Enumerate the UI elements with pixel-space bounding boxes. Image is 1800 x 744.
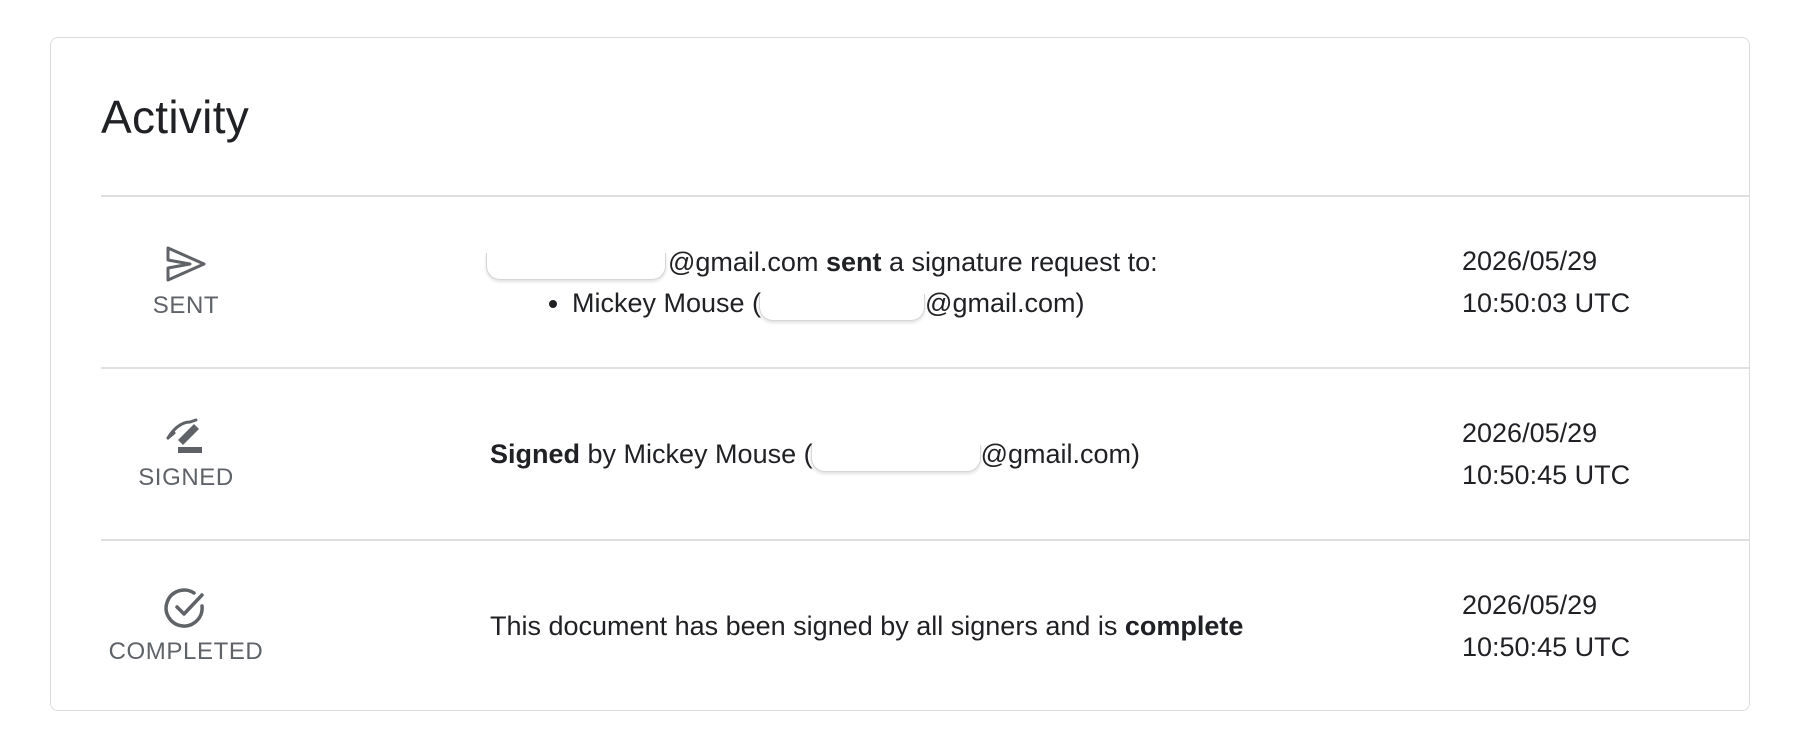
activity-description: @gmail.com sent a signature request to: …: [486, 197, 1390, 367]
activity-card: Activity SENT @gmail.com sent a signatur…: [50, 37, 1750, 711]
timestamp: 2026/05/29 10:50:03 UTC: [1462, 197, 1630, 367]
date: 2026/05/29: [1462, 590, 1598, 620]
status-label: COMPLETED: [108, 638, 264, 665]
list-item: Mickey Mouse ( @gmail.com): [572, 283, 1390, 323]
status-label: SENT: [152, 292, 220, 319]
sender-email-suffix: @gmail.com: [668, 247, 819, 277]
activity-title: Activity: [101, 91, 250, 143]
timestamp: 2026/05/29 10:50:45 UTC: [1462, 541, 1631, 710]
activity-row-signed: SIGNED Signed by Mickey Mouse ( @gmail.co…: [101, 367, 1749, 539]
recipient-prefix: Mickey Mouse (: [572, 288, 762, 318]
recipient-list: Mickey Mouse ( @gmail.com): [490, 283, 1390, 323]
recipient-suffix: @gmail.com): [925, 288, 1085, 318]
activity-description: This document has been signed by all sig…: [490, 541, 1390, 710]
completed-text: This document has been signed by all sig…: [490, 611, 1118, 641]
action-rest: a signature request to:: [889, 247, 1158, 277]
status-completed: COMPLETED: [101, 541, 271, 710]
activity-row-completed: COMPLETED This document has been signed …: [101, 539, 1749, 710]
date: 2026/05/29: [1462, 418, 1598, 448]
status-label: SIGNED: [138, 464, 234, 491]
time: 10:50:45 UTC: [1462, 632, 1631, 662]
action-word: Signed: [490, 439, 581, 469]
signer-suffix: @gmail.com): [980, 439, 1141, 469]
action-word: sent: [825, 247, 882, 277]
completed-line: This document has been signed by all sig…: [490, 605, 1390, 647]
redacted-email: [759, 294, 926, 321]
status-sent: SENT: [101, 197, 271, 367]
status-signed: SIGNED: [101, 369, 271, 539]
redacted-email: [810, 445, 981, 472]
sent-line: @gmail.com sent a signature request to:: [486, 241, 1390, 283]
activity-row-sent: SENT @gmail.com sent a signature request…: [101, 195, 1749, 367]
signed-line: Signed by Mickey Mouse ( @gmail.com): [490, 433, 1390, 475]
completed-emphasis: complete: [1124, 611, 1244, 641]
send-icon: [164, 244, 208, 284]
timestamp: 2026/05/29 10:50:45 UTC: [1462, 369, 1630, 539]
activity-description: Signed by Mickey Mouse ( @gmail.com): [490, 369, 1390, 539]
check-circle-icon: [164, 586, 208, 630]
redacted-email: [486, 253, 666, 280]
date: 2026/05/29: [1462, 246, 1598, 276]
time: 10:50:45 UTC: [1462, 460, 1631, 490]
time: 10:50:03 UTC: [1462, 288, 1631, 318]
signer-prefix: by Mickey Mouse (: [587, 439, 813, 469]
signature-icon: [164, 416, 208, 456]
